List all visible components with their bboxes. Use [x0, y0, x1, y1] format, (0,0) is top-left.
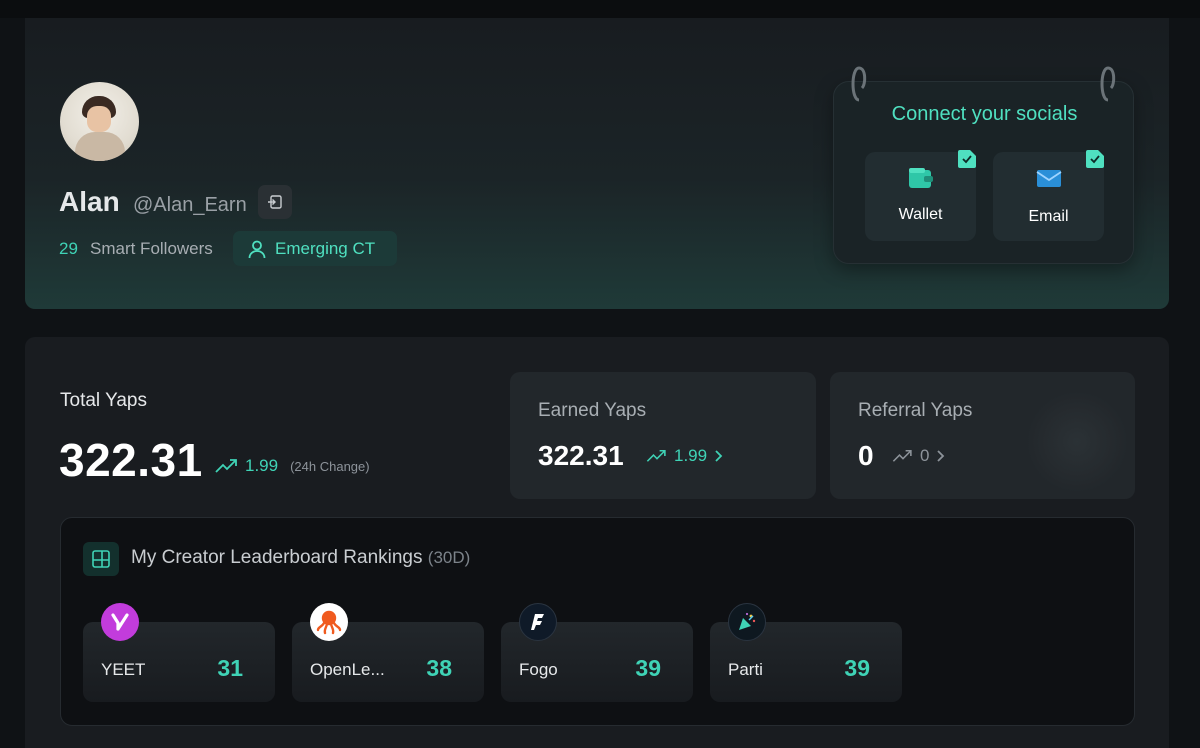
top-bar — [0, 0, 1200, 18]
leaderboard-item[interactable]: Parti 39 — [710, 603, 902, 702]
referral-yaps-card[interactable]: Referral Yaps 0 0 — [830, 372, 1135, 499]
earned-yaps-value: 322.31 — [538, 440, 624, 471]
tier-label: Emerging CT — [275, 238, 376, 258]
leaderboard-period: (30D) — [427, 548, 471, 567]
project-name: Fogo — [519, 660, 558, 679]
leaderboard-card: My Creator Leaderboard Rankings (30D) YE… — [60, 517, 1135, 726]
profile-handle: @Alan_Earn — [133, 194, 247, 216]
smart-followers-label: Smart Followers — [90, 239, 213, 258]
binder-ring-icon — [851, 66, 867, 102]
avatar[interactable] — [60, 82, 139, 161]
wallet-icon — [909, 168, 933, 188]
project-name: OpenLe... — [310, 660, 385, 679]
total-yaps-change: 1.99 (24h Change) — [215, 456, 370, 476]
chevron-right-icon[interactable] — [935, 449, 947, 463]
email-label: Email — [1028, 208, 1069, 225]
earned-change-value: 1.99 — [674, 446, 708, 465]
party-popper-logo-icon — [728, 603, 766, 641]
earned-yaps-label: Earned Yaps — [538, 400, 647, 421]
connect-email-button[interactable]: Email — [993, 150, 1104, 241]
smart-followers-count: 29 — [59, 239, 78, 258]
total-change-value: 1.99 — [245, 456, 279, 475]
trend-up-icon — [892, 449, 912, 462]
user-icon — [248, 240, 266, 258]
connect-socials-card: Connect your socials Wallet Email — [833, 66, 1134, 264]
trend-up-icon — [646, 449, 666, 462]
check-icon — [1086, 150, 1104, 168]
leaderboard-item[interactable]: OpenLe... 38 — [292, 603, 484, 702]
binder-ring-icon — [1100, 66, 1116, 102]
fogo-logo-icon — [519, 603, 557, 641]
check-icon — [958, 150, 976, 168]
leaderboard-icon — [83, 542, 119, 576]
connect-wallet-button[interactable]: Wallet — [865, 150, 976, 241]
total-change-note: (24h Change) — [290, 458, 370, 474]
total-yaps-value: 322.31 — [59, 434, 203, 486]
project-rank: 39 — [844, 655, 870, 681]
referral-yaps-change: 0 — [892, 446, 947, 466]
trend-up-icon — [215, 459, 237, 473]
profile-name: Alan — [59, 186, 120, 217]
project-rank: 38 — [426, 655, 452, 681]
leaderboard-item[interactable]: YEET 31 — [83, 603, 275, 702]
decorative-circle — [1027, 392, 1127, 492]
tier-badge[interactable]: Emerging CT — [233, 231, 397, 266]
mail-icon — [1036, 170, 1062, 187]
leaderboard-title: My Creator Leaderboard Rankings (30D) — [131, 547, 470, 569]
referral-change-value: 0 — [920, 446, 930, 465]
project-name: YEET — [101, 660, 146, 679]
project-name: Parti — [728, 660, 763, 679]
yaps-card: Total Yaps 322.31 1.99 (24h Change) Earn… — [25, 337, 1169, 748]
project-rank: 31 — [217, 655, 243, 681]
referral-yaps-value: 0 — [858, 440, 874, 471]
earned-yaps-change: 1.99 — [646, 446, 725, 466]
earned-yaps-card[interactable]: Earned Yaps 322.31 1.99 — [510, 372, 816, 499]
logout-icon — [268, 195, 282, 209]
leaderboard-item[interactable]: Fogo 39 — [501, 603, 693, 702]
project-rank: 39 — [635, 655, 661, 681]
chevron-right-icon[interactable] — [713, 449, 725, 463]
logout-button[interactable] — [258, 185, 292, 219]
octopus-logo-icon — [310, 603, 348, 641]
yeet-logo-icon — [101, 603, 139, 641]
wallet-label: Wallet — [898, 206, 943, 223]
total-yaps-label: Total Yaps — [60, 390, 147, 411]
leaderboard-title-text: My Creator Leaderboard Rankings — [131, 547, 423, 568]
socials-title: Connect your socials — [891, 103, 1078, 125]
profile-card: Alan @Alan_Earn 29 Smart Followers Emerg… — [25, 18, 1169, 309]
referral-yaps-label: Referral Yaps — [858, 400, 973, 421]
